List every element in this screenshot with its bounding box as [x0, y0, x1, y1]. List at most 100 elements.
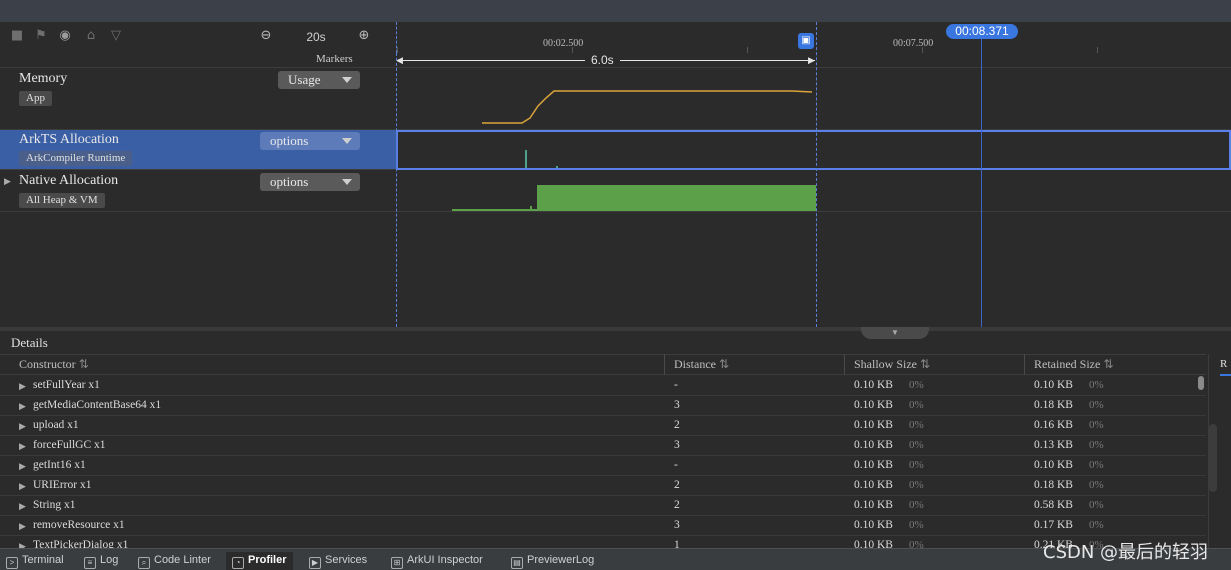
expand-arrow-icon[interactable]: ▶ — [19, 421, 26, 432]
constructor-cell: upload x1 — [33, 419, 79, 431]
arkts-allocation-bar — [556, 166, 558, 168]
column-header-distance[interactable]: Distance ⇅ — [674, 357, 729, 372]
tab-label: Code Linter — [154, 554, 211, 566]
column-header-shallow-size[interactable]: Shallow Size ⇅ — [854, 357, 930, 372]
constructor-cell: removeResource x1 — [33, 519, 125, 531]
track-tag: All Heap & VM — [19, 193, 105, 208]
retained-size-cell: 0.13 KB — [1034, 439, 1073, 451]
table-row[interactable] — [0, 476, 1206, 496]
shallow-size-cell: 0.10 KB — [854, 479, 893, 491]
column-separator[interactable] — [664, 354, 665, 375]
code-linter-icon: ⌕ — [138, 557, 150, 569]
tab-label: PreviewerLog — [527, 554, 595, 566]
options-dropdown[interactable]: options — [260, 173, 360, 191]
tab-arkui-inspector[interactable]: ⊞ ArkUI Inspector — [391, 552, 483, 570]
usage-dropdown[interactable]: Usage — [278, 71, 360, 89]
expand-arrow-icon[interactable]: ▶ — [19, 381, 26, 392]
column-header-constructor[interactable]: Constructor ⇅ — [19, 357, 89, 372]
shallow-size-cell: 0.10 KB — [854, 519, 893, 531]
filter-icon[interactable]: ▽ — [109, 29, 123, 43]
table-row[interactable] — [0, 436, 1206, 456]
markers-label: Markers — [316, 53, 353, 65]
table-row[interactable] — [0, 376, 1206, 396]
zoom-out-icon[interactable]: ⊖ — [259, 29, 273, 43]
right-panel-tab[interactable]: R — [1220, 358, 1231, 376]
tab-previewerlog[interactable]: ▤ PreviewerLog — [511, 552, 594, 570]
distance-cell: 3 — [674, 519, 680, 531]
chevron-down-icon — [342, 77, 352, 83]
shallow-size-cell: 0.10 KB — [854, 439, 893, 451]
dropdown-label: Usage — [288, 72, 321, 87]
watermark: CSDN @最后的轻羽 — [1043, 542, 1209, 563]
tab-label: Log — [100, 554, 119, 566]
panel-divider[interactable] — [0, 327, 1231, 331]
tab-log[interactable]: ≡ Log — [84, 552, 118, 570]
time-cursor-line — [981, 39, 982, 327]
profiler-icon: ◔ — [232, 557, 244, 569]
collapse-handle-icon[interactable]: ▼ — [861, 327, 929, 339]
log-icon: ≡ — [84, 557, 96, 569]
tab-code-linter[interactable]: ⌕ Code Linter — [138, 552, 211, 570]
constructor-cell: setFullYear x1 — [33, 379, 100, 391]
shallow-percent-cell: 0% — [909, 499, 924, 511]
stop-icon[interactable]: ■ — [10, 29, 24, 43]
expand-arrow-icon[interactable]: ▶ — [19, 401, 26, 412]
constructor-cell: getInt16 x1 — [33, 459, 86, 471]
flag-icon[interactable]: ⚑ — [34, 29, 48, 43]
shallow-percent-cell: 0% — [909, 419, 924, 431]
tab-terminal[interactable]: > Terminal — [6, 552, 64, 570]
tab-profiler[interactable]: ◔ Profiler — [226, 552, 293, 570]
dropdown-label: options — [270, 174, 309, 189]
zoom-in-icon[interactable]: ⊕ — [357, 29, 371, 43]
retained-percent-cell: 0% — [1089, 459, 1104, 471]
column-header-retained-size[interactable]: Retained Size ⇅ — [1034, 357, 1113, 372]
retained-percent-cell: 0% — [1089, 439, 1104, 451]
sort-icon: ⇅ — [78, 357, 89, 371]
retained-percent-cell: 0% — [1089, 399, 1104, 411]
table-row[interactable] — [0, 496, 1206, 516]
options-dropdown[interactable]: options — [260, 132, 360, 150]
retained-percent-cell: 0% — [1089, 479, 1104, 491]
ruler-label: 00:02.500 — [543, 38, 584, 49]
constructor-cell: URIError x1 — [33, 479, 92, 491]
memory-usage-chart — [482, 90, 813, 124]
right-panel-handle[interactable] — [1209, 424, 1217, 492]
sort-icon: ⇅ — [718, 357, 730, 371]
dropdown-label: options — [270, 133, 309, 148]
retained-size-cell: 0.18 KB — [1034, 399, 1073, 411]
sort-icon: ⇅ — [1103, 357, 1114, 371]
window-top-strip — [0, 0, 1231, 22]
table-row[interactable] — [0, 456, 1206, 476]
table-row[interactable] — [0, 396, 1206, 416]
distance-cell: 2 — [674, 419, 680, 431]
constructor-cell: String x1 — [33, 499, 76, 511]
table-row[interactable] — [0, 416, 1206, 436]
expand-arrow-icon[interactable]: ▶ — [19, 501, 26, 512]
retained-percent-cell: 0% — [1089, 519, 1104, 531]
trash-icon[interactable]: ⌂ — [84, 29, 98, 43]
column-separator[interactable] — [1024, 354, 1025, 375]
track-tag: ArkCompiler Runtime — [19, 151, 133, 166]
chevron-down-icon — [342, 179, 352, 185]
native-allocation-bar — [530, 206, 532, 211]
constructor-cell: forceFullGC x1 — [33, 439, 106, 451]
column-separator[interactable] — [844, 354, 845, 375]
table-row[interactable] — [0, 516, 1206, 536]
capture-icon[interactable]: ◉ — [58, 29, 72, 43]
expand-arrow-icon[interactable]: ▶ — [19, 481, 26, 492]
shallow-size-cell: 0.10 KB — [854, 419, 893, 431]
expand-arrow-icon[interactable]: ▶ — [4, 176, 11, 187]
track-title: Native Allocation — [19, 173, 119, 188]
retained-size-cell: 0.10 KB — [1034, 379, 1073, 391]
expand-arrow-icon[interactable]: ▶ — [19, 461, 26, 472]
table-scrollbar[interactable] — [1198, 376, 1204, 390]
expand-arrow-icon[interactable]: ▶ — [19, 441, 26, 452]
native-allocation-baseline — [452, 209, 537, 211]
sort-icon: ⇅ — [920, 357, 931, 371]
marker-icon[interactable]: ▣ — [798, 33, 814, 49]
tab-services[interactable]: ▶ Services — [309, 552, 367, 570]
expand-arrow-icon[interactable]: ▶ — [19, 521, 26, 532]
retained-size-cell: 0.10 KB — [1034, 459, 1073, 471]
track-title: ArkTS Allocation — [19, 132, 119, 147]
distance-cell: - — [674, 379, 678, 391]
